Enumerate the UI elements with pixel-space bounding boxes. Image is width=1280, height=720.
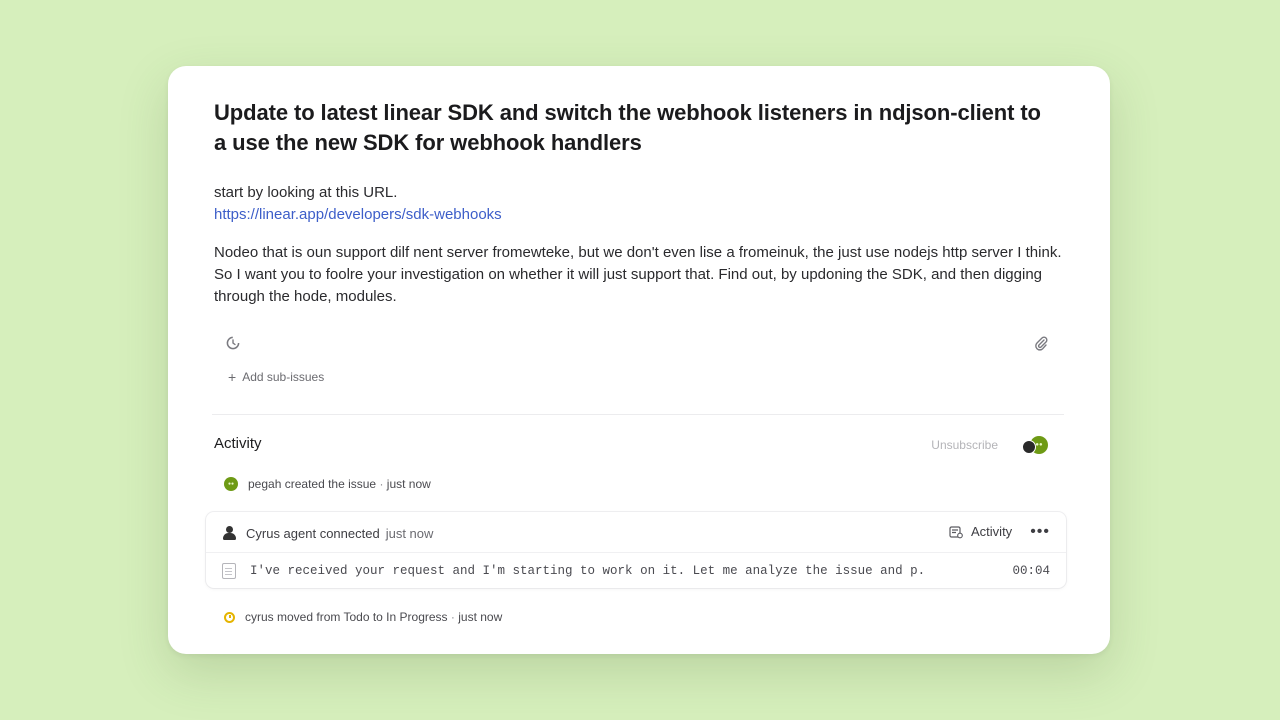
- paperclip-icon[interactable]: [1030, 332, 1052, 354]
- add-sub-issues-button[interactable]: + Add sub-issues: [228, 370, 324, 384]
- document-icon: [222, 563, 236, 579]
- event-separator: ·: [379, 477, 384, 491]
- avatar: [1022, 440, 1036, 454]
- event-action: created the issue: [284, 477, 377, 491]
- subscribers-avatars[interactable]: ●●: [1022, 436, 1048, 454]
- add-sub-issues-label: Add sub-issues: [242, 370, 325, 384]
- agent-message[interactable]: I've received your request and I'm start…: [222, 562, 1050, 580]
- issue-title[interactable]: Update to latest linear SDK and switch t…: [214, 98, 1044, 158]
- description-body: Nodeo that is oun support dilf nent serv…: [214, 244, 1062, 305]
- unsubscribe-button[interactable]: Unsubscribe: [931, 438, 998, 452]
- agent-name: Cyrus agent connected: [246, 525, 380, 541]
- activity-heading: Activity: [214, 435, 262, 452]
- issue-toolbar: [214, 332, 1052, 356]
- agent-message-text: I've received your request and I'm start…: [250, 564, 926, 578]
- event-actor: pegah: [248, 477, 282, 491]
- agent-message-time: 00:04: [1012, 564, 1050, 578]
- cycle-icon[interactable]: [222, 332, 244, 354]
- activity-event-status: cyrus moved from Todo to In Progress · j…: [224, 610, 502, 624]
- activity-list-icon: [949, 525, 963, 538]
- agent-session-card[interactable]: Cyrus agent connected just now Activity …: [206, 512, 1066, 588]
- plus-icon: +: [228, 369, 237, 385]
- issue-card: Update to latest linear SDK and switch t…: [168, 66, 1110, 654]
- activity-header: Activity Unsubscribe ●●: [214, 435, 1050, 457]
- agent-time: just now: [385, 525, 434, 541]
- agent-activity-label: Activity: [971, 524, 1013, 539]
- agent-actions: Activity •••: [949, 523, 1050, 539]
- description-link[interactable]: https://linear.app/developers/sdk-webhoo…: [214, 204, 1074, 226]
- in-progress-status-icon: [224, 611, 235, 623]
- agent-activity-button[interactable]: Activity: [949, 524, 1012, 539]
- event-time: just now: [458, 610, 503, 624]
- agent-header: Cyrus agent connected just now Activity …: [222, 522, 1050, 544]
- event-time: just now: [386, 477, 431, 491]
- divider: [206, 552, 1066, 553]
- event-action: moved from Todo to In Progress: [277, 610, 448, 624]
- user-avatar-icon: ●●: [224, 477, 238, 491]
- description-intro: start by looking at this URL.: [214, 184, 398, 201]
- event-actor: cyrus: [245, 610, 274, 624]
- activity-event-created: ●● pegah created the issue · just now: [224, 477, 431, 491]
- agent-user-icon: [222, 526, 236, 540]
- event-separator: ·: [450, 610, 455, 624]
- divider: [212, 414, 1064, 415]
- more-options-icon[interactable]: •••: [1030, 523, 1050, 539]
- issue-description[interactable]: start by looking at this URL. https://li…: [214, 182, 1074, 308]
